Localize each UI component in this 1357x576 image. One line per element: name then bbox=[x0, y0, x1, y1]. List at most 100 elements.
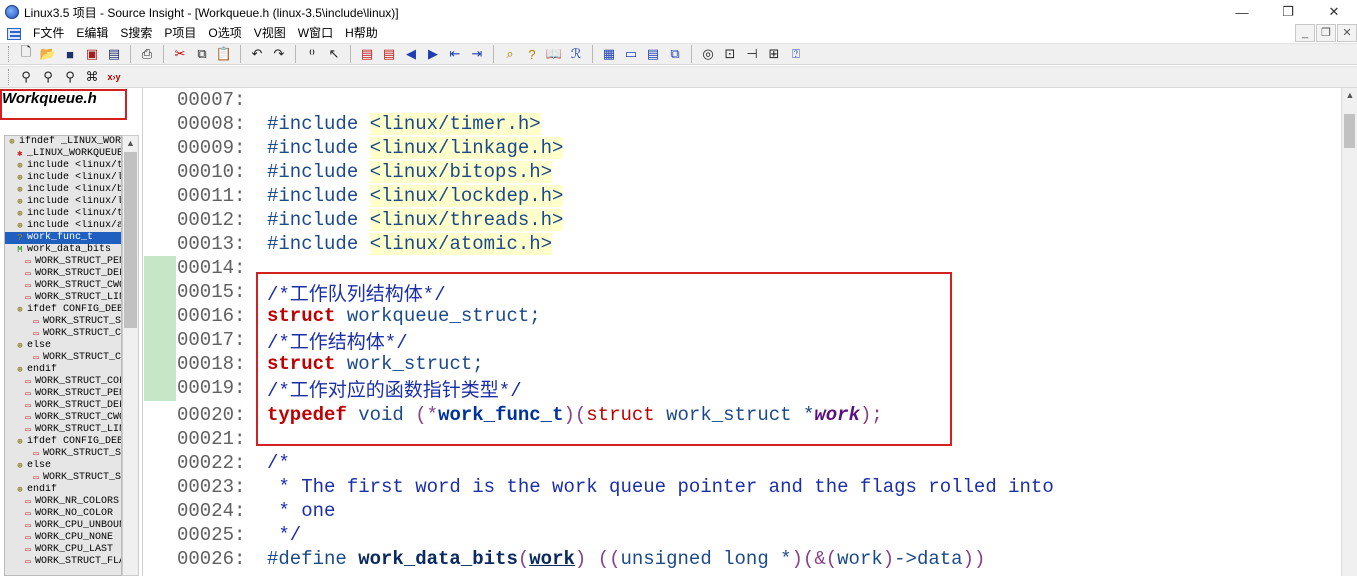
symbol-list-item[interactable]: ⊕ ifdef CONFIG_DEBUG_OBJECTS_WORK bbox=[5, 436, 121, 448]
symbol-list-item[interactable]: ▭ WORK_NO_COLOR bbox=[5, 508, 121, 520]
xy-icon[interactable]: x›y bbox=[103, 67, 125, 87]
symbol-list-item[interactable]: ▭ WORK_STRUCT_COLOR_SHIFT bbox=[5, 328, 121, 340]
code-line[interactable]: 00016: struct workqueue_struct; bbox=[177, 304, 541, 328]
relation-icon[interactable]: ℛ bbox=[565, 44, 587, 64]
undo-icon[interactable]: ↶ bbox=[246, 44, 268, 64]
symbol-list-item[interactable]: ▭ WORK_STRUCT_CWQ bbox=[5, 412, 121, 424]
menu-options[interactable]: O选项 bbox=[202, 24, 247, 43]
menu-project[interactable]: P项目 bbox=[158, 24, 202, 43]
back-icon[interactable]: ◀ bbox=[400, 44, 422, 64]
code-line[interactable]: 00010: #include <linux/bitops.h> bbox=[177, 160, 553, 184]
symbol-list-item[interactable]: ▭ WORK_STRUCT_COLOR_SHIFT bbox=[5, 352, 121, 364]
code-line[interactable]: 00026: #define work_data_bits(work) ((uns… bbox=[177, 547, 985, 571]
menu-window[interactable]: W窗口 bbox=[292, 24, 339, 43]
symbol-list-item[interactable]: ▭ WORK_NR_COLORS bbox=[5, 496, 121, 508]
tree-icon[interactable]: ⊞ bbox=[763, 44, 785, 64]
paste-icon[interactable]: 📋 bbox=[213, 44, 235, 64]
symbol-list-scrollbar[interactable]: ▲ bbox=[122, 135, 139, 576]
search-files-icon[interactable]: ⚲ bbox=[37, 67, 59, 87]
pointer-icon[interactable]: ↖ bbox=[323, 44, 345, 64]
search-icon[interactable]: ⚲ bbox=[15, 67, 37, 87]
code-line[interactable]: 00022: /* bbox=[177, 451, 290, 475]
code-line[interactable]: 00025: */ bbox=[177, 523, 301, 547]
code-line[interactable]: 00009: #include <linux/linkage.h> bbox=[177, 136, 564, 160]
symbol-list-item[interactable]: ▭ WORK_STRUCT_STATIC bbox=[5, 448, 121, 460]
forward-icon[interactable]: ▶ bbox=[422, 44, 444, 64]
symbol-list-item[interactable]: ▭ WORK_STRUCT_PENDING_BIT bbox=[5, 256, 121, 268]
symbol-list-item[interactable]: ▭ WORK_STRUCT_COLOR_BITS bbox=[5, 376, 121, 388]
code-line[interactable]: 00024: * one bbox=[177, 499, 335, 523]
symbol-list-item[interactable]: ⊕ include <linux/atomic.h> bbox=[5, 220, 121, 232]
window-icon[interactable]: ⊡ bbox=[719, 44, 741, 64]
minimize-button[interactable]: — bbox=[1219, 0, 1265, 24]
help-icon[interactable]: ⍰ bbox=[785, 44, 807, 64]
symbol-list-item[interactable]: ⊕ include <linux/bitops.h> bbox=[5, 184, 121, 196]
symbol-list-item[interactable]: Mwork_data_bits bbox=[5, 244, 121, 256]
editor-vertical-scrollbar[interactable]: ▲ bbox=[1341, 88, 1357, 576]
search-project-icon[interactable]: ⚲ bbox=[59, 67, 81, 87]
bookmark-next-icon[interactable]: ▤ bbox=[378, 44, 400, 64]
bookmark-prev-icon[interactable]: ▤ bbox=[356, 44, 378, 64]
code-line[interactable]: 00021: bbox=[177, 427, 267, 451]
close-button[interactable]: ✕ bbox=[1311, 0, 1357, 24]
symbol-list-item[interactable]: ⊕ ifndef _LINUX_WORKQUEUE_H bbox=[5, 136, 121, 148]
layout3-icon[interactable]: ▤ bbox=[642, 44, 664, 64]
save-as-icon[interactable]: ▤ bbox=[103, 44, 125, 64]
mdi-close-button[interactable]: ✕ bbox=[1337, 24, 1357, 42]
code-line[interactable]: 00017: /*工作结构体*/ bbox=[177, 328, 408, 354]
code-line[interactable]: 00011: #include <linux/lockdep.h> bbox=[177, 184, 564, 208]
menu-help[interactable]: H帮助 bbox=[339, 24, 384, 43]
code-editor[interactable]: 00007: 00008: #include <linux/timer.h> 0000… bbox=[144, 88, 1341, 576]
save-icon[interactable]: ■ bbox=[59, 44, 81, 64]
menu-file[interactable]: F文件 bbox=[27, 24, 70, 43]
code-line[interactable]: 00020: typedef void (* work_func_t)(struct… bbox=[177, 403, 883, 427]
symbol-list-item[interactable]: ⊕ endif bbox=[5, 364, 121, 376]
symbol-list-item[interactable]: ⊕ endif bbox=[5, 484, 121, 496]
symbol-list-item[interactable]: ▭ WORK_STRUCT_STATIC bbox=[5, 472, 121, 484]
symbol-list-item[interactable]: ▭ WORK_CPU_NONE bbox=[5, 532, 121, 544]
symbol-list-item[interactable]: ⊕ include <linux/threads.h> bbox=[5, 208, 121, 220]
code-line[interactable]: 00018: struct work_struct; bbox=[177, 352, 484, 376]
new-file-icon[interactable]: 🗋 bbox=[15, 44, 37, 64]
code-line[interactable]: 00023: * The first word is the work queu… bbox=[177, 475, 1054, 499]
symbol-list-scroll-thumb[interactable] bbox=[124, 152, 137, 328]
copy-icon[interactable]: ⧉ bbox=[191, 44, 213, 64]
symbol-list-item[interactable]: ▭ WORK_CPU_LAST bbox=[5, 544, 121, 556]
symbol-list-item[interactable]: ⊕ include <linux/timer.h> bbox=[5, 160, 121, 172]
layout2-icon[interactable]: ▭ bbox=[620, 44, 642, 64]
symbol-list-item[interactable]: ▭ WORK_CPU_UNBOUND bbox=[5, 520, 121, 532]
redo-icon[interactable]: ↷ bbox=[268, 44, 290, 64]
symbol-list-item[interactable]: ▭ WORK_STRUCT_LINKED bbox=[5, 424, 121, 436]
mdi-minimize-button[interactable]: _ bbox=[1295, 24, 1315, 42]
list-next-icon[interactable]: ⇥ bbox=[466, 44, 488, 64]
document-menu-icon[interactable] bbox=[7, 27, 21, 40]
code-line[interactable]: 00008: #include <linux/timer.h> bbox=[177, 112, 541, 136]
code-line[interactable]: 00007: bbox=[177, 88, 267, 112]
code-line[interactable]: 00014: bbox=[177, 256, 267, 280]
jump-icon[interactable]: ⁽⁾ bbox=[301, 44, 323, 64]
menu-edit[interactable]: E编辑 bbox=[70, 24, 114, 43]
code-line[interactable]: 00012: #include <linux/threads.h> bbox=[177, 208, 564, 232]
code-line[interactable]: 00013: #include <linux/atomic.h> bbox=[177, 232, 553, 256]
split-icon[interactable]: ⊣ bbox=[741, 44, 763, 64]
menu-view[interactable]: V视图 bbox=[248, 24, 292, 43]
layout4-icon[interactable]: ⧉ bbox=[664, 44, 686, 64]
save-all-icon[interactable]: ▣ bbox=[81, 44, 103, 64]
symbol-list-item[interactable]: ✱ _LINUX_WORKQUEUE_H bbox=[5, 148, 121, 160]
symbol-list-item[interactable]: ▭ WORK_STRUCT_LINKED_BIT bbox=[5, 292, 121, 304]
symbol-list-item[interactable]: ⊕ include <linux/lockdep.h> bbox=[5, 196, 121, 208]
symbol-list-item[interactable]: ▭ WORK_STRUCT_PENDING bbox=[5, 388, 121, 400]
toolbar-grip[interactable] bbox=[8, 69, 11, 85]
mdi-restore-button[interactable]: ❐ bbox=[1316, 24, 1336, 42]
lookup-icon[interactable]: ⌕ bbox=[499, 44, 521, 64]
list-prev-icon[interactable]: ⇤ bbox=[444, 44, 466, 64]
open-file-icon[interactable]: 📂 bbox=[37, 44, 59, 64]
symbol-icon[interactable]: ? bbox=[521, 44, 543, 64]
code-line[interactable]: 00019: /*工作对应的函数指针类型*/ bbox=[177, 376, 522, 402]
print-icon[interactable]: ⎙ bbox=[136, 44, 158, 64]
symbol-list-item[interactable]: ▭ WORK_STRUCT_FLAG_BITS bbox=[5, 556, 121, 568]
symbol-list[interactable]: ⊕ ifndef _LINUX_WORKQUEUE_H ✱ _LINUX_WORKQU… bbox=[4, 135, 122, 576]
scroll-up-icon[interactable]: ▲ bbox=[1342, 90, 1357, 100]
symbol-list-item[interactable]: ⊕ ifdef CONFIG_DEBUG_OBJECTS_WORK bbox=[5, 304, 121, 316]
book-icon[interactable]: 📖 bbox=[543, 44, 565, 64]
